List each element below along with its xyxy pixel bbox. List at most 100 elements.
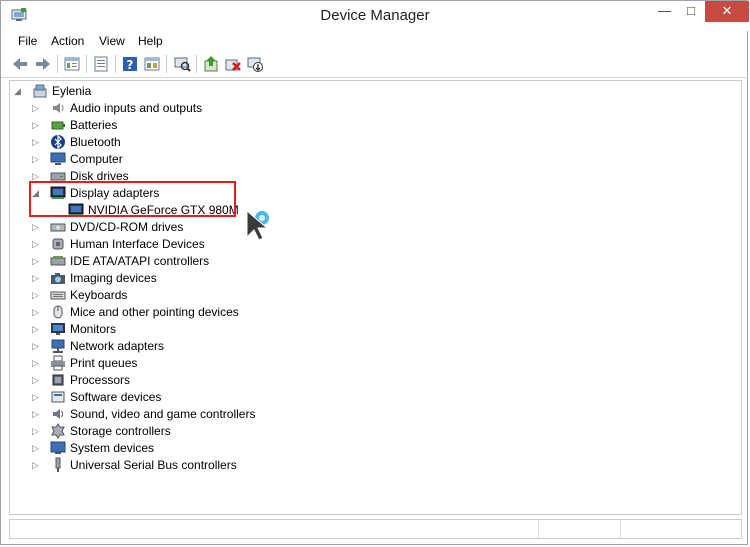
keyboard-icon bbox=[50, 287, 66, 303]
collapse-arrow-icon[interactable]: ◢ bbox=[14, 86, 22, 96]
expand-arrow-icon[interactable]: ▷ bbox=[32, 256, 40, 266]
help-icon[interactable]: ? bbox=[121, 55, 139, 73]
tree-item-label: Universal Serial Bus controllers bbox=[70, 458, 237, 472]
menu-action[interactable]: Action bbox=[51, 33, 84, 49]
expand-arrow-icon[interactable]: ▷ bbox=[32, 171, 40, 181]
tree-item-computer[interactable]: ▷ Computer bbox=[10, 151, 710, 168]
usb-icon bbox=[50, 457, 66, 473]
tree-item-label: Imaging devices bbox=[70, 271, 157, 285]
expand-arrow-icon[interactable]: ▷ bbox=[32, 273, 40, 283]
show-hide-tree-icon[interactable] bbox=[63, 55, 81, 73]
close-button[interactable]: ✕ bbox=[705, 1, 749, 22]
tree-item-system-devices[interactable]: ▷ System devices bbox=[10, 440, 710, 457]
tree-item-label: Processors bbox=[70, 373, 131, 387]
expand-arrow-icon[interactable]: ▷ bbox=[32, 222, 40, 232]
svg-text:?: ? bbox=[127, 58, 134, 72]
expand-arrow-icon[interactable]: ▷ bbox=[32, 358, 40, 368]
tree-item-mice-and-other-pointing-devices[interactable]: ▷ Mice and other pointing devices bbox=[10, 304, 710, 321]
expand-arrow-icon[interactable]: ▷ bbox=[32, 307, 40, 317]
tree-item-imaging-devices[interactable]: ▷ Imaging devices bbox=[10, 270, 710, 287]
tree-item-label: Sound, video and game controllers bbox=[70, 407, 256, 421]
minimize-button[interactable]: — bbox=[651, 1, 678, 22]
computer-icon bbox=[32, 83, 48, 99]
expand-arrow-icon[interactable]: ▷ bbox=[32, 290, 40, 300]
tree-item-monitors[interactable]: ▷ Monitors bbox=[10, 321, 710, 338]
status-divider bbox=[538, 520, 539, 538]
expand-arrow-icon[interactable]: ▷ bbox=[32, 341, 40, 351]
bluetooth-icon bbox=[50, 134, 66, 150]
tree-item-keyboards[interactable]: ▷ Keyboards bbox=[10, 287, 710, 304]
uninstall-icon[interactable] bbox=[224, 55, 242, 73]
menu-help[interactable]: Help bbox=[138, 33, 163, 49]
tree-item-print-queues[interactable]: ▷ Print queues bbox=[10, 355, 710, 372]
network-adapter-icon bbox=[50, 338, 66, 354]
storage-controller-icon bbox=[50, 423, 66, 439]
monitor-icon bbox=[50, 321, 66, 337]
tree-item-label: System devices bbox=[70, 441, 155, 455]
printer-icon bbox=[50, 355, 66, 371]
mouse-icon bbox=[50, 304, 66, 320]
tree-item-bluetooth[interactable]: ▷ Bluetooth bbox=[10, 134, 710, 151]
tree-item-storage-controllers[interactable]: ▷ Storage controllers bbox=[10, 423, 710, 440]
tree-item-label: Eylenia bbox=[52, 84, 92, 98]
system-device-icon bbox=[50, 440, 66, 456]
expand-arrow-icon[interactable]: ▷ bbox=[32, 239, 40, 249]
tree-item-dvd-cd-rom-drives[interactable]: ▷ DVD/CD-ROM drives bbox=[10, 219, 710, 236]
tree-item-ide-ata-atapi-controllers[interactable]: ▷ IDE ATA/ATAPI controllers bbox=[10, 253, 710, 270]
tree-item-sound-video-and-game-controllers[interactable]: ▷ Sound, video and game controllers bbox=[10, 406, 710, 423]
maximize-button[interactable]: □ bbox=[678, 1, 704, 22]
expand-arrow-icon[interactable]: ▷ bbox=[32, 409, 40, 419]
expand-arrow-icon[interactable]: ▷ bbox=[32, 375, 40, 385]
tree-item-batteries[interactable]: ▷ Batteries bbox=[10, 117, 710, 134]
speaker-icon bbox=[50, 100, 66, 116]
toolbar-separator bbox=[115, 55, 116, 73]
battery-icon bbox=[50, 117, 66, 133]
toolbar-separator bbox=[57, 55, 58, 73]
toolbar-separator bbox=[86, 55, 87, 73]
title-bar[interactable]: Device Manager — □ ✕ bbox=[1, 1, 749, 31]
expand-arrow-icon[interactable]: ▷ bbox=[32, 154, 40, 164]
tree-item-label: Batteries bbox=[70, 118, 118, 132]
camera-icon bbox=[50, 270, 66, 286]
tree-item-label: Bluetooth bbox=[70, 135, 121, 149]
toolbar-separator bbox=[166, 55, 167, 73]
display-adapters-highlight-box bbox=[29, 181, 236, 217]
tree-item-universal-serial-bus-controllers[interactable]: ▷ Universal Serial Bus controllers bbox=[10, 457, 710, 474]
window-title: Device Manager bbox=[320, 7, 430, 24]
disable-device-icon[interactable] bbox=[246, 55, 264, 73]
tree-item-label: Computer bbox=[70, 152, 123, 166]
forward-arrow-icon[interactable] bbox=[34, 55, 52, 73]
tree-root-computer[interactable]: ◢ Eylenia bbox=[10, 83, 710, 100]
tree-item-label: Software devices bbox=[70, 390, 162, 404]
menu-view[interactable]: View bbox=[99, 33, 125, 49]
tree-item-processors[interactable]: ▷ Processors bbox=[10, 372, 710, 389]
hid-icon bbox=[50, 236, 66, 252]
tree-item-audio-inputs-and-outputs[interactable]: ▷ Audio inputs and outputs bbox=[10, 100, 710, 117]
ide-controller-icon bbox=[50, 253, 66, 269]
tree-item-label: Audio inputs and outputs bbox=[70, 101, 203, 115]
device-tree-pane[interactable]: ◢ Eylenia ▷ Audio inputs and outputs ▷ Batter… bbox=[9, 80, 742, 515]
expand-arrow-icon[interactable]: ▷ bbox=[32, 324, 40, 334]
tree-item-label: Monitors bbox=[70, 322, 117, 336]
expand-arrow-icon[interactable]: ▷ bbox=[32, 137, 40, 147]
expand-arrow-icon[interactable]: ▷ bbox=[32, 443, 40, 453]
tree-item-human-interface-devices[interactable]: ▷ Human Interface Devices bbox=[10, 236, 710, 253]
tree-item-label: Storage controllers bbox=[70, 424, 171, 438]
expand-arrow-icon[interactable]: ▷ bbox=[32, 120, 40, 130]
properties-icon[interactable] bbox=[92, 55, 110, 73]
view-icon[interactable] bbox=[143, 55, 161, 73]
expand-arrow-icon[interactable]: ▷ bbox=[32, 426, 40, 436]
tree-item-label: Keyboards bbox=[70, 288, 128, 302]
back-arrow-icon[interactable] bbox=[11, 55, 29, 73]
update-driver-icon[interactable] bbox=[202, 55, 220, 73]
tree-item-network-adapters[interactable]: ▷ Network adapters bbox=[10, 338, 710, 355]
dvd-drive-icon bbox=[50, 219, 66, 235]
toolbar-separator bbox=[196, 55, 197, 73]
scan-hardware-icon[interactable] bbox=[173, 55, 191, 73]
expand-arrow-icon[interactable]: ▷ bbox=[32, 103, 40, 113]
expand-arrow-icon[interactable]: ▷ bbox=[32, 392, 40, 402]
menu-file[interactable]: File bbox=[18, 33, 37, 49]
expand-arrow-icon[interactable]: ▷ bbox=[32, 460, 40, 470]
tree-item-software-devices[interactable]: ▷ Software devices bbox=[10, 389, 710, 406]
status-divider bbox=[620, 520, 621, 538]
